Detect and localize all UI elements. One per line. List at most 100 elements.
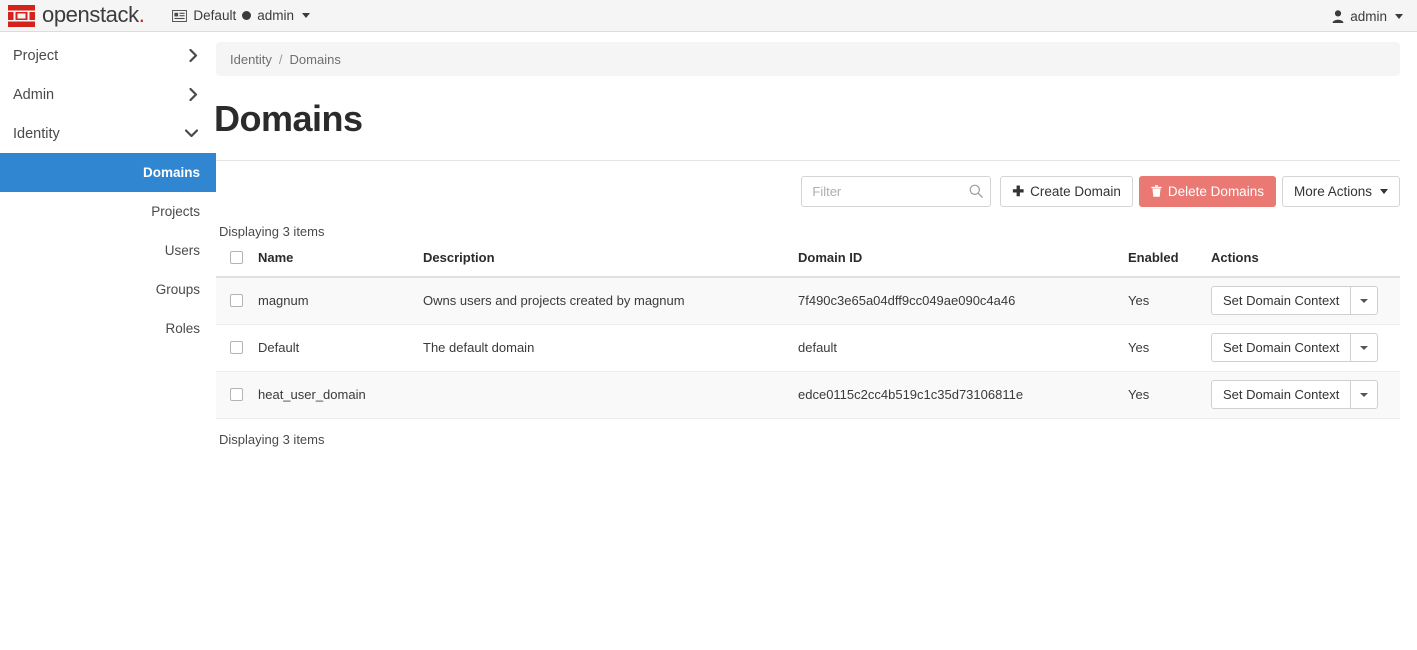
- create-domain-label: Create Domain: [1030, 184, 1121, 199]
- sidebar-item-users[interactable]: Users: [0, 231, 216, 270]
- sidebar-group-label: Project: [13, 48, 58, 64]
- chevron-down-icon: [302, 13, 310, 18]
- sidebar-item-groups[interactable]: Groups: [0, 270, 216, 309]
- row-name: Default: [258, 324, 423, 371]
- brand-logo[interactable]: openstack.: [8, 4, 144, 28]
- user-menu[interactable]: admin: [1332, 0, 1403, 32]
- row-checkbox[interactable]: [230, 294, 243, 307]
- chevron-down-icon: [185, 129, 198, 138]
- page-title: Domains: [214, 76, 1400, 160]
- filter-field: [801, 176, 991, 207]
- row-domain-id: 7f490c3e65a04dff9cc049ae090c4a46: [798, 277, 1128, 324]
- breadcrumb-current: Domains: [290, 52, 341, 67]
- sidebar-group-identity[interactable]: Identity: [0, 114, 216, 153]
- row-enabled: Yes: [1128, 324, 1211, 371]
- row-actions-dropdown-toggle[interactable]: [1350, 333, 1378, 362]
- select-all-checkbox[interactable]: [230, 251, 243, 264]
- row-checkbox[interactable]: [230, 341, 243, 354]
- table-row: magnum Owns users and projects created b…: [216, 277, 1400, 324]
- item-count-top: Displaying 3 items: [216, 207, 1400, 250]
- title-divider: [216, 160, 1400, 161]
- sidebar-item-label: Users: [165, 243, 200, 258]
- sidebar-item-label: Projects: [151, 204, 200, 219]
- row-actions-dropdown-toggle[interactable]: [1350, 380, 1378, 409]
- row-select-cell: [216, 324, 258, 371]
- sidebar-group-label: Admin: [13, 87, 54, 103]
- delete-domains-button[interactable]: Delete Domains: [1139, 176, 1276, 207]
- table-header-actions: Actions: [1211, 250, 1400, 277]
- sidebar-item-label: Groups: [156, 282, 200, 297]
- context-separator-dot: [242, 11, 251, 20]
- sidebar: Project Admin Identity Domains Projects …: [0, 32, 216, 650]
- sidebar-group-label: Identity: [13, 126, 60, 142]
- row-actions: Set Domain Context: [1211, 324, 1400, 371]
- row-enabled: Yes: [1128, 371, 1211, 418]
- set-domain-context-button[interactable]: Set Domain Context: [1211, 333, 1350, 362]
- row-select-cell: [216, 277, 258, 324]
- sidebar-group-project[interactable]: Project: [0, 36, 216, 75]
- id-card-icon: [172, 10, 187, 22]
- trash-icon: [1151, 185, 1162, 197]
- table-row: Default The default domain default Yes S…: [216, 324, 1400, 371]
- chevron-right-icon: [189, 88, 198, 101]
- row-description: [423, 371, 798, 418]
- table-header-name: Name: [258, 250, 423, 277]
- caret-down-icon: [1360, 346, 1368, 350]
- top-navbar: openstack. Default admin admin: [0, 0, 1417, 32]
- chevron-right-icon: [189, 49, 198, 62]
- row-description: The default domain: [423, 324, 798, 371]
- context-project-label: Default: [193, 8, 236, 23]
- breadcrumb: Identity / Domains: [216, 42, 1400, 76]
- context-switcher[interactable]: Default admin: [172, 8, 310, 23]
- sidebar-item-projects[interactable]: Projects: [0, 192, 216, 231]
- main-content: Identity / Domains Domains ✚ Create Doma…: [216, 32, 1417, 650]
- row-enabled: Yes: [1128, 277, 1211, 324]
- set-domain-context-button[interactable]: Set Domain Context: [1211, 286, 1350, 315]
- user-icon: [1332, 10, 1344, 23]
- sidebar-group-admin[interactable]: Admin: [0, 75, 216, 114]
- context-user-label: admin: [257, 8, 294, 23]
- row-description: Owns users and projects created by magnu…: [423, 277, 798, 324]
- table-header-select: [216, 250, 258, 277]
- table-header-description: Description: [423, 250, 798, 277]
- search-input[interactable]: [801, 176, 991, 207]
- table-row: heat_user_domain edce0115c2cc4b519c1c35d…: [216, 371, 1400, 418]
- plus-icon: ✚: [1012, 184, 1024, 198]
- chevron-down-icon: [1395, 14, 1403, 19]
- sidebar-item-label: Roles: [165, 321, 200, 336]
- caret-down-icon: [1360, 299, 1368, 303]
- sidebar-item-label: Domains: [143, 165, 200, 180]
- sidebar-item-roles[interactable]: Roles: [0, 309, 216, 348]
- row-select-cell: [216, 371, 258, 418]
- breadcrumb-parent[interactable]: Identity: [230, 52, 272, 67]
- item-count-bottom: Displaying 3 items: [216, 419, 1400, 447]
- create-domain-button[interactable]: ✚ Create Domain: [1000, 176, 1133, 207]
- table-header-enabled: Enabled: [1128, 250, 1211, 277]
- set-domain-context-button[interactable]: Set Domain Context: [1211, 380, 1350, 409]
- table-header-domain-id: Domain ID: [798, 250, 1128, 277]
- row-name: magnum: [258, 277, 423, 324]
- user-menu-label: admin: [1350, 9, 1387, 24]
- domains-table: Name Description Domain ID Enabled Actio…: [216, 250, 1400, 419]
- row-checkbox[interactable]: [230, 388, 243, 401]
- sidebar-item-domains[interactable]: Domains: [0, 153, 216, 192]
- brand-wordmark: openstack.: [42, 4, 144, 28]
- delete-domains-label: Delete Domains: [1168, 184, 1264, 199]
- row-actions: Set Domain Context: [1211, 277, 1400, 324]
- openstack-logo-icon: [8, 5, 35, 27]
- row-action-split-button: Set Domain Context: [1211, 380, 1378, 409]
- caret-down-icon: [1360, 393, 1368, 397]
- caret-down-icon: [1380, 189, 1388, 194]
- more-actions-button[interactable]: More Actions: [1282, 176, 1400, 207]
- breadcrumb-separator: /: [279, 52, 283, 67]
- row-action-split-button: Set Domain Context: [1211, 286, 1378, 315]
- row-domain-id: default: [798, 324, 1128, 371]
- row-name: heat_user_domain: [258, 371, 423, 418]
- row-action-split-button: Set Domain Context: [1211, 333, 1378, 362]
- table-toolbar: ✚ Create Domain Delete Domains More Acti…: [216, 175, 1400, 207]
- more-actions-label: More Actions: [1294, 184, 1372, 199]
- table-header-row: Name Description Domain ID Enabled Actio…: [216, 250, 1400, 277]
- row-actions-dropdown-toggle[interactable]: [1350, 286, 1378, 315]
- row-domain-id: edce0115c2cc4b519c1c35d73106811e: [798, 371, 1128, 418]
- row-actions: Set Domain Context: [1211, 371, 1400, 418]
